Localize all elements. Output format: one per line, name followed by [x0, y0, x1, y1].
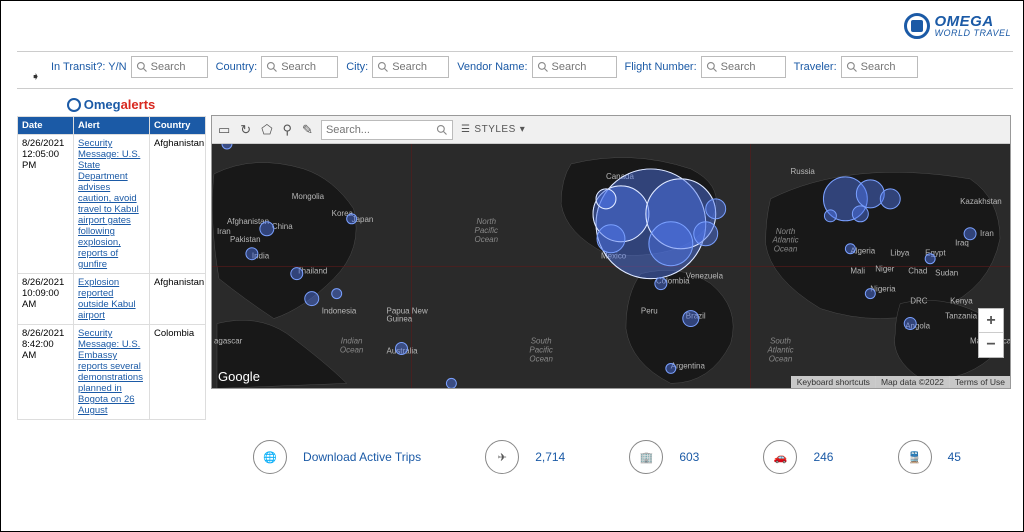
search-icon: [537, 61, 549, 73]
search-icon: [377, 61, 389, 73]
filter-country-input[interactable]: [261, 56, 338, 78]
th-country[interactable]: Country: [150, 117, 206, 135]
map-data-label: Map data ©2022: [875, 376, 949, 388]
svg-text:Pakistan: Pakistan: [230, 235, 261, 244]
car-icon: 🚗: [763, 440, 797, 474]
svg-text:NorthPacificOcean: NorthPacificOcean: [475, 217, 499, 244]
zoom-in-button[interactable]: +: [979, 309, 1003, 333]
google-logo: Google: [218, 369, 260, 384]
filter-in-transit-input[interactable]: [131, 56, 208, 78]
filter-flight-label: Flight Number:: [625, 61, 697, 73]
filter-city-input[interactable]: [372, 56, 449, 78]
train-icon: 🚆: [898, 440, 932, 474]
map-panel[interactable]: ▭ ↻ ⬠ ⚲ ✎ ☰ STYLES ▾: [211, 115, 1011, 389]
filter-flight-input[interactable]: [701, 56, 786, 78]
svg-text:Niger: Niger: [875, 265, 894, 274]
reload-icon[interactable]: ↻: [240, 122, 251, 138]
filter-country-label: Country:: [216, 61, 258, 73]
building-icon: 🏢: [629, 440, 663, 474]
svg-text:Russia: Russia: [791, 167, 816, 176]
map-toolbar: ▭ ↻ ⬠ ⚲ ✎ ☰ STYLES ▾: [212, 116, 1010, 144]
brand-sub: WORLD TRAVEL: [934, 29, 1011, 38]
layers-icon: ☰: [461, 124, 470, 135]
stat-hotels[interactable]: 🏢 603: [629, 440, 699, 474]
omega-logo-icon: [904, 13, 930, 39]
svg-text:Mongolia: Mongolia: [292, 192, 325, 201]
svg-text:Iraq: Iraq: [955, 239, 969, 248]
omega-icon: [67, 98, 81, 112]
header: OMEGA WORLD TRAVEL: [1, 1, 1023, 47]
svg-text:Sudan: Sudan: [935, 269, 958, 278]
svg-text:Indonesia: Indonesia: [322, 307, 357, 316]
th-alert[interactable]: Alert: [74, 117, 150, 135]
download-active-trips[interactable]: 🌐 Download Active Trips: [253, 440, 421, 474]
globe-download-icon: 🌐: [253, 440, 287, 474]
search-icon: [266, 61, 278, 73]
svg-text:Iran: Iran: [217, 227, 231, 236]
search-icon: [436, 124, 448, 136]
stat-rail[interactable]: 🚆 45: [898, 440, 961, 474]
world-map[interactable]: NorthPacificOcean SouthPacificOcean Indi…: [212, 144, 1010, 389]
zoom-out-button[interactable]: −: [979, 333, 1003, 357]
table-row: 8/26/2021 12:05:00 PM Security Message: …: [18, 135, 206, 274]
search-icon: [846, 61, 858, 73]
plane-icon: ✈: [485, 440, 519, 474]
alert-link[interactable]: Security Message: U.S. State Department …: [74, 135, 150, 274]
polygon-select-icon[interactable]: ⬠: [261, 122, 272, 138]
alert-link[interactable]: Security Message: U.S. Embassy reports s…: [74, 325, 150, 420]
svg-text:SouthAtlanticOcean: SouthAtlanticOcean: [766, 336, 793, 363]
filter-traveler-label: Traveler:: [794, 61, 837, 73]
svg-text:Chad: Chad: [908, 267, 927, 276]
map-search-input[interactable]: [321, 120, 453, 140]
filter-in-transit-label: In Transit?: Y/N: [51, 61, 127, 73]
alert-link[interactable]: Explosion reported outside Kabul airport: [74, 274, 150, 325]
svg-text:agascar: agascar: [214, 336, 243, 345]
filter-city-label: City:: [346, 61, 368, 73]
search-icon: [136, 61, 148, 73]
svg-text:Kazakhstan: Kazakhstan: [960, 197, 1002, 206]
stat-flights[interactable]: ✈ 2,714: [485, 440, 565, 474]
svg-text:SouthPacificOcean: SouthPacificOcean: [529, 336, 553, 363]
filter-vendor-input[interactable]: [532, 56, 617, 78]
table-row: 8/26/2021 10:09:00 AM Explosion reported…: [18, 274, 206, 325]
alerts-table: Date Alert Country 8/26/2021 12:05:00 PM…: [17, 116, 206, 420]
svg-text:Libya: Libya: [890, 249, 910, 258]
expand-arrow-icon[interactable]: ➧: [31, 70, 40, 83]
th-date[interactable]: Date: [18, 117, 74, 135]
svg-text:IndianOcean: IndianOcean: [340, 336, 364, 354]
svg-text:Kenya: Kenya: [950, 297, 973, 306]
svg-text:Venezuela: Venezuela: [686, 272, 724, 281]
filter-traveler-input[interactable]: [841, 56, 918, 78]
svg-text:Iran: Iran: [980, 229, 994, 238]
svg-text:Peru: Peru: [641, 307, 658, 316]
terms-link[interactable]: Terms of Use: [949, 376, 1010, 388]
filter-bar: In Transit?: Y/N Country: City: Vendor N…: [17, 51, 1013, 89]
rectangle-select-icon[interactable]: ▭: [218, 122, 230, 138]
svg-text:NorthAtlanticOcean: NorthAtlanticOcean: [771, 227, 798, 254]
chevron-down-icon: ▾: [520, 124, 526, 135]
zoom-controls: + −: [978, 308, 1004, 358]
keyboard-shortcuts-link[interactable]: Keyboard shortcuts: [791, 376, 875, 388]
lasso-icon[interactable]: ✎: [302, 122, 313, 138]
stat-cars[interactable]: 🚗 246: [763, 440, 833, 474]
stats-bar: 🌐 Download Active Trips ✈ 2,714 🏢 603 🚗 …: [1, 420, 1023, 474]
filter-vendor-label: Vendor Name:: [457, 61, 527, 73]
omegalerts-title: Omegalerts: [17, 95, 205, 116]
alerts-sidebar: Omegalerts Date Alert Country 8/26/2021 …: [17, 95, 205, 420]
search-icon: [706, 61, 718, 73]
styles-dropdown[interactable]: ☰ STYLES ▾: [461, 124, 525, 135]
pin-icon[interactable]: ⚲: [283, 122, 293, 138]
svg-text:Mali: Mali: [850, 267, 865, 276]
table-row: 8/26/2021 8:42:00 AM Security Message: U…: [18, 325, 206, 420]
svg-text:Tanzania: Tanzania: [945, 312, 977, 321]
brand-name: OMEGA: [934, 14, 1011, 29]
svg-text:China: China: [272, 222, 293, 231]
brand-logo: OMEGA WORLD TRAVEL: [904, 13, 1011, 39]
map-attribution: Keyboard shortcuts Map data ©2022 Terms …: [791, 376, 1010, 388]
svg-text:DRC: DRC: [910, 297, 928, 306]
